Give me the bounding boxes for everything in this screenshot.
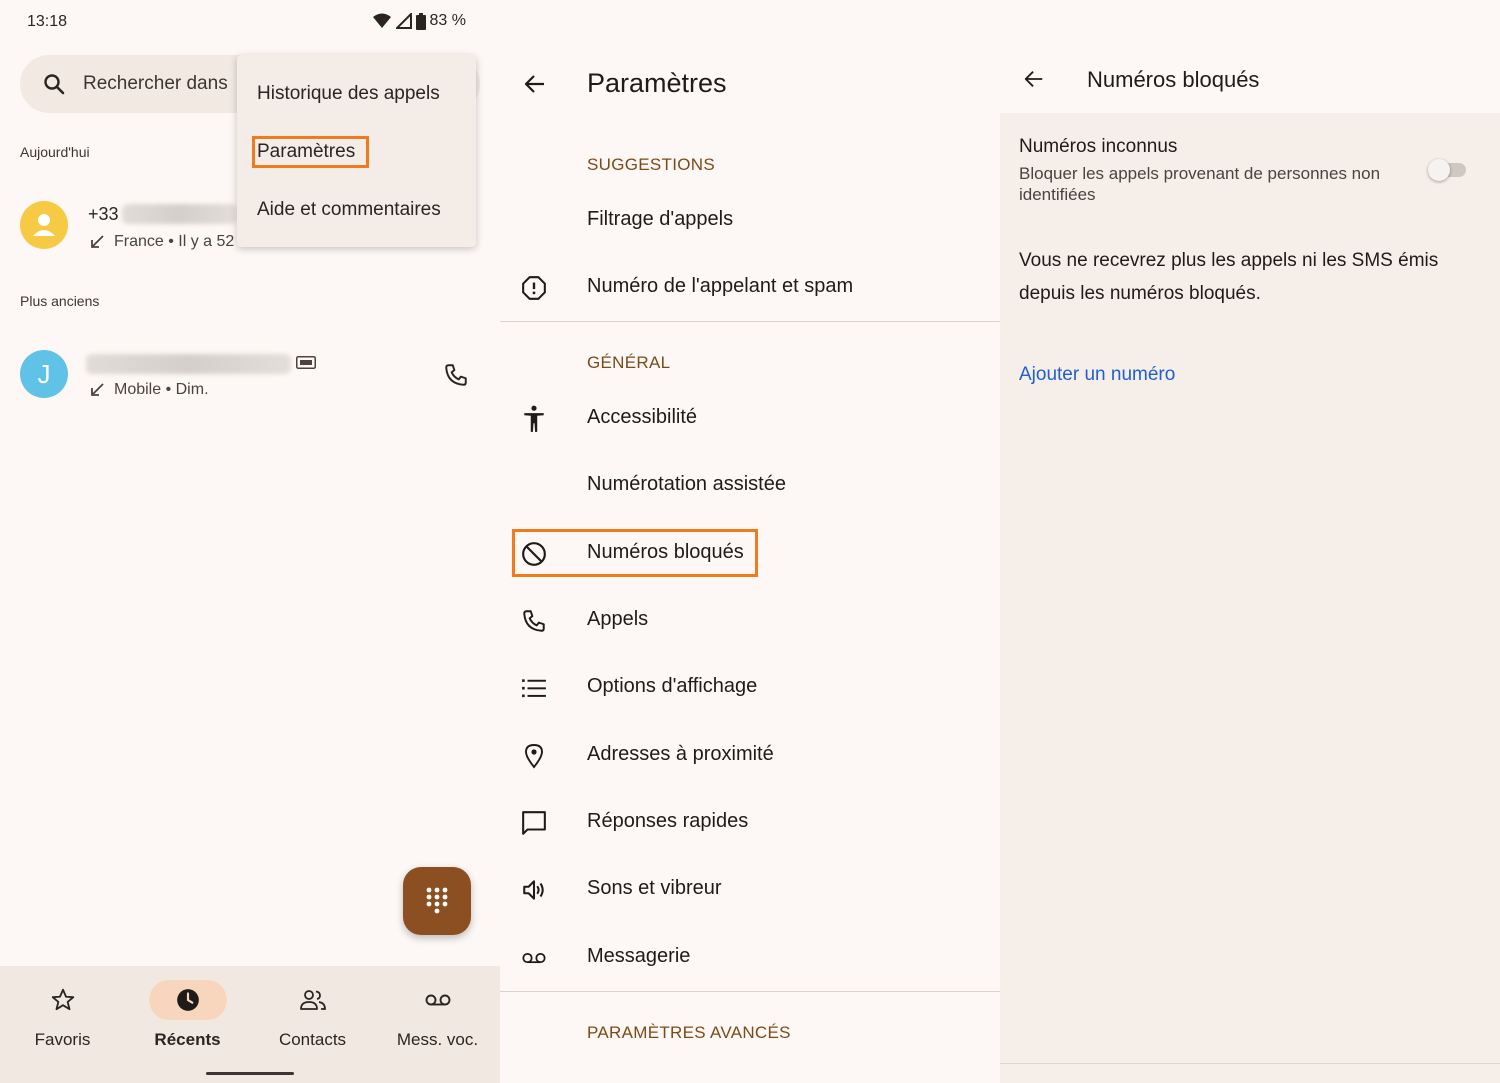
- avatar: [20, 201, 68, 249]
- nav-label: Mess. voc.: [396, 1030, 479, 1049]
- phone-icon[interactable]: [443, 362, 469, 388]
- settings-item-quick-responses[interactable]: Réponses rapides: [500, 792, 1000, 852]
- blurred-name: [86, 354, 291, 374]
- location-pin-icon: [525, 744, 543, 769]
- divider: [500, 991, 1000, 992]
- settings-item-voicemail[interactable]: Messagerie: [500, 927, 1000, 987]
- page-title: Paramètres: [587, 68, 727, 98]
- accessibility-icon: [524, 405, 544, 432]
- nav-label: Favoris: [34, 1030, 91, 1049]
- search-icon: [44, 74, 65, 95]
- dialpad-icon: [426, 887, 448, 914]
- divider: [1000, 1063, 1500, 1064]
- app-bar: Numéros bloqués: [1000, 0, 1500, 113]
- back-arrow-icon[interactable]: [1022, 68, 1046, 90]
- divider: [500, 321, 1000, 322]
- speaker-icon: [523, 880, 544, 900]
- add-number-link[interactable]: Ajouter un numéro: [1019, 364, 1175, 386]
- bottom-navigation: Favoris Récents Contacts Mess. voc.: [0, 966, 500, 1083]
- avatar: J: [20, 350, 68, 398]
- page-title: Numéros bloqués: [1087, 67, 1260, 92]
- person-icon: [33, 214, 55, 236]
- phone-icon: [523, 610, 545, 632]
- settings-item-sounds-vibration[interactable]: Sons et vibreur: [500, 859, 1000, 919]
- settings-item-calls[interactable]: Appels: [500, 590, 1000, 650]
- settings-item-nearby-places[interactable]: Adresses à proximité: [500, 725, 1000, 785]
- unknown-numbers-title: Numéros inconnus: [1019, 136, 1178, 157]
- menu-item-history[interactable]: Historique des appels: [257, 83, 440, 105]
- recents-screen: 13:18 83 % Rechercher dans Aujourd'hui +…: [0, 0, 500, 1083]
- alert-octagon-icon: [522, 276, 546, 300]
- section-general: GÉNÉRAL: [587, 353, 671, 372]
- section-today: Aujourd'hui: [20, 144, 90, 160]
- section-older: Plus anciens: [20, 293, 100, 309]
- nav-label: Récents: [154, 1030, 221, 1049]
- incoming-call-icon: [91, 383, 104, 396]
- list-icon: [522, 679, 546, 698]
- voicemail-icon: [522, 952, 546, 964]
- people-icon: [299, 990, 326, 1010]
- call-number: +33: [88, 204, 119, 224]
- menu-item-help[interactable]: Aide et commentaires: [257, 199, 441, 221]
- unknown-numbers-toggle[interactable]: [1428, 159, 1468, 181]
- settings-item-display-options[interactable]: Options d'affichage: [500, 657, 1000, 717]
- call-row-2[interactable]: J Mobile • Dim.: [0, 340, 500, 410]
- settings-item-accessibility[interactable]: Accessibilité: [500, 388, 1000, 448]
- call-subtitle: France • Il y a 52: [88, 233, 234, 251]
- section-advanced: PARAMÈTRES AVANCÉS: [587, 1023, 791, 1042]
- menu-item-settings[interactable]: Paramètres: [251, 136, 370, 168]
- wifi-icon: [372, 13, 391, 28]
- signal-icon: [395, 13, 412, 29]
- call-subtitle: Mobile • Dim.: [88, 381, 209, 399]
- section-suggestions: SUGGESTIONS: [587, 155, 715, 174]
- nav-favorites[interactable]: Favoris: [0, 980, 125, 1050]
- search-placeholder: Rechercher dans: [83, 73, 228, 94]
- active-indicator: [148, 980, 227, 1020]
- status-time: 13:18: [27, 13, 68, 30]
- star-icon: [51, 988, 74, 1011]
- battery-icon: [415, 12, 426, 30]
- unknown-numbers-subtitle: Bloquer les appels provenant de personne…: [1019, 164, 1381, 204]
- nav-contacts[interactable]: Contacts: [250, 980, 375, 1050]
- blocked-info-text: Vous ne recevrez plus les appels ni les …: [1019, 250, 1439, 304]
- back-arrow-icon[interactable]: [522, 72, 548, 96]
- battery-level: 83 %: [429, 12, 466, 29]
- gesture-bar: [206, 1072, 294, 1075]
- blocked-numbers-screen: Numéros bloqués Numéros inconnus Bloquer…: [1000, 0, 1500, 1083]
- settings-item-call-screening[interactable]: Filtrage d'appels: [500, 190, 1000, 250]
- overflow-menu: Historique des appels Paramètres Aide et…: [237, 55, 476, 247]
- clock-icon: [176, 989, 199, 1011]
- chat-bubble-icon: [522, 811, 546, 835]
- nav-label: Contacts: [278, 1030, 347, 1049]
- incoming-call-icon: [91, 235, 104, 248]
- dialpad-button[interactable]: [403, 867, 471, 935]
- nav-voicemail[interactable]: Mess. voc.: [375, 980, 500, 1050]
- settings-item-caller-id-spam[interactable]: Numéro de l'appelant et spam: [500, 257, 1000, 317]
- voicemail-icon: [425, 994, 450, 1006]
- status-icons: 83 %: [372, 12, 466, 30]
- highlight-box: [512, 529, 758, 577]
- blurred-number: [122, 204, 237, 224]
- nav-recents[interactable]: Récents: [125, 980, 250, 1050]
- settings-screen: Paramètres SUGGESTIONS Filtrage d'appels…: [500, 0, 1000, 1083]
- hd-call-icon: [296, 356, 316, 369]
- settings-item-assisted-dialing[interactable]: Numérotation assistée: [500, 455, 1000, 515]
